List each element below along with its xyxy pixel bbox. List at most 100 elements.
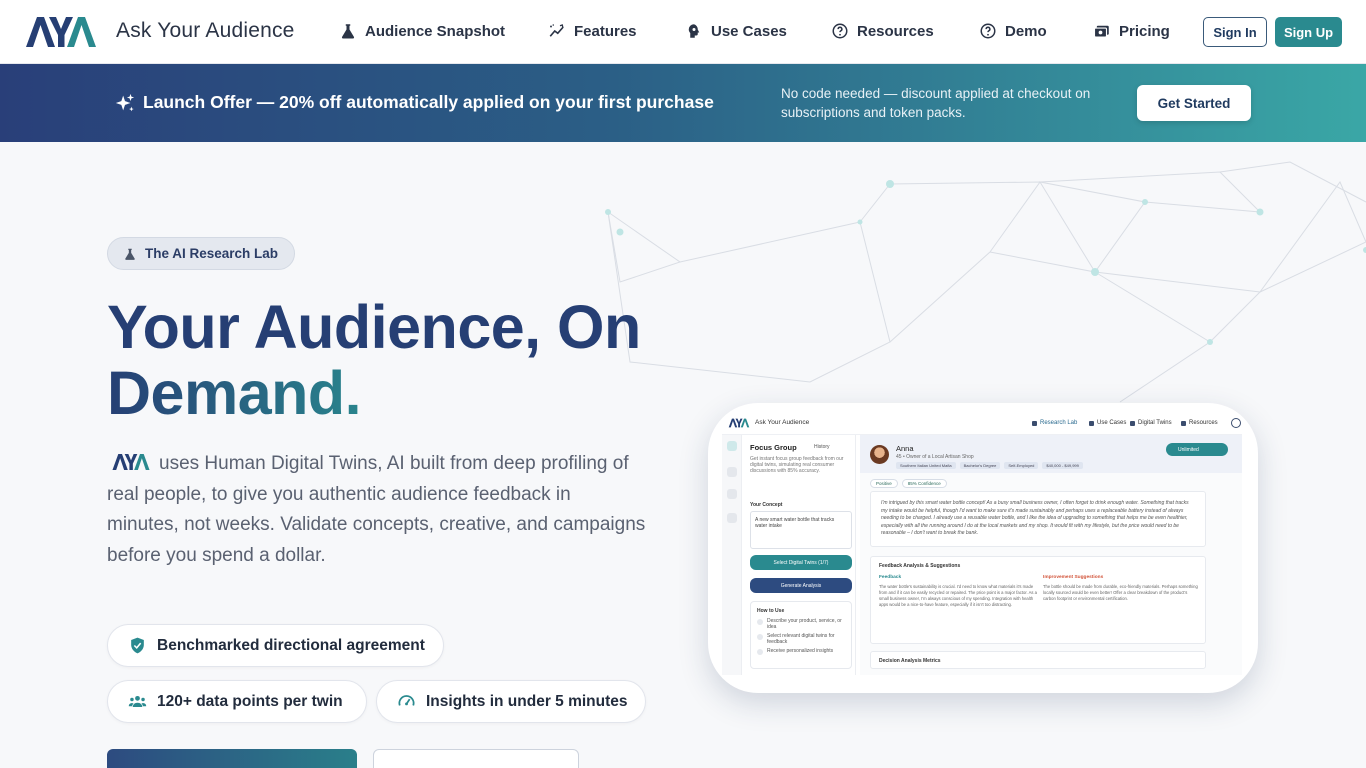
sparkle-icon: [115, 93, 135, 112]
preview-panel-title: Focus Group: [750, 443, 797, 452]
preview-link-label: Resources: [1189, 420, 1218, 426]
research-lab-pill: The AI Research Lab: [107, 237, 295, 270]
preview-profile-icon: [1231, 418, 1241, 428]
preview-step-text: Receive personalized insights: [767, 648, 834, 654]
gauge-icon: [398, 695, 415, 706]
book-icon: [1181, 420, 1186, 426]
launch-offer-banner: Launch Offer — 20% off automatically app…: [0, 64, 1366, 142]
hero-description-text: uses Human Digital Twins, AI built from …: [107, 453, 646, 566]
nav-features[interactable]: Features: [548, 22, 637, 40]
preview-tag: Southern Italian United Mafia: [896, 462, 956, 469]
nav-label: Demo: [1005, 22, 1047, 40]
aya-logo[interactable]: [24, 15, 98, 49]
sign-up-button[interactable]: Sign Up: [1275, 17, 1342, 47]
preview-select-button: Select Digital Twins (1/7): [750, 555, 852, 570]
nav-audience-snapshot[interactable]: Audience Snapshot: [339, 22, 505, 40]
users-icon: [1130, 420, 1135, 426]
preview-history: History: [814, 444, 830, 450]
preview-persona-role: 45 • Owner of a Local Artisan Shop: [896, 454, 974, 460]
preview-persona-header: Anna 45 • Owner of a Local Artisan Shop …: [860, 435, 1242, 473]
preview-feedback-title: Feedback Analysis & Suggestions: [879, 563, 961, 569]
preview-tag: Self-Employed: [1004, 462, 1039, 469]
badge-data-points: 120+ data points per twin: [107, 680, 367, 723]
hero-title: Your Audience, On Demand.: [107, 294, 707, 426]
money-icon: [1093, 25, 1109, 38]
preview-how-title: How to Use: [757, 608, 785, 614]
preview-link: Resources: [1181, 420, 1218, 426]
nav-demo[interactable]: Demo: [979, 22, 1047, 40]
nav-label: Pricing: [1119, 22, 1170, 40]
hero-title-line1: Your Audience, On: [107, 293, 641, 361]
brand-name[interactable]: Ask Your Audience: [116, 19, 295, 43]
preview-link-label: Digital Twins: [1138, 420, 1172, 426]
preview-tag: Bachelor's Degree: [959, 462, 1001, 469]
badge-insights-speed: Insights in under 5 minutes: [376, 680, 646, 723]
users-icon: [128, 695, 147, 708]
flask-icon: [341, 24, 355, 39]
preview-quote: I'm intrigued by this smart water bottle…: [870, 491, 1206, 547]
flask-icon: [125, 248, 135, 260]
pill-label: The AI Research Lab: [145, 246, 279, 261]
preview-feedback-improve: Improvement Suggestions The bottle shoul…: [1043, 575, 1201, 602]
preview-step: Describe your product, service, or idea: [757, 618, 845, 630]
preview-concept-text: A new smart water bottle that tracks wat…: [750, 511, 852, 549]
preview-brand: Ask Your Audience: [755, 419, 810, 426]
badge-label: Benchmarked directional agreement: [157, 636, 425, 654]
preview-how-to: How to Use Describe your product, servic…: [750, 601, 852, 669]
preview-concept-label: Your Concept: [750, 502, 783, 508]
nav-label: Use Cases: [711, 22, 787, 40]
preview-link: Research Lab: [1032, 420, 1077, 426]
question-circle-icon: [832, 23, 848, 39]
preview-tag: $40,000 - $49,999: [1042, 462, 1083, 469]
preview-feedback-pos-text: The water bottle's sustainability is cru…: [879, 584, 1037, 607]
preview-side-icon: [727, 467, 737, 477]
nav-label: Features: [574, 22, 637, 40]
badge-label: Insights in under 5 minutes: [426, 692, 628, 710]
nav-label: Audience Snapshot: [365, 22, 506, 40]
preview-panel-desc: Get instant focus group feedback from ou…: [750, 456, 844, 474]
preview-side-icon: [727, 441, 737, 451]
preview-generate-button: Generate Analysis: [750, 578, 852, 593]
preview-step: Receive personalized insights: [757, 648, 845, 655]
preview-side-icon: [727, 489, 737, 499]
question-circle-icon: [980, 23, 996, 39]
trend-icon: [549, 24, 564, 37]
preview-link: Digital Twins: [1130, 420, 1172, 426]
hero-description: uses Human Digital Twins, AI built from …: [107, 449, 647, 571]
flask-icon: [1032, 420, 1037, 426]
preview-sidebar: [722, 435, 742, 675]
primary-cta-button[interactable]: [107, 749, 357, 768]
badge-benchmarked: Benchmarked directional agreement: [107, 624, 444, 667]
preview-step-text: Describe your product, service, or idea: [767, 618, 842, 630]
badge-label: 120+ data points per twin: [157, 692, 343, 710]
preview-link-label: Use Cases: [1097, 420, 1127, 426]
preview-decision-card: Decision Analysis Metrics: [870, 651, 1206, 669]
head-icon: [1089, 420, 1094, 426]
preview-focus-panel: Focus Group History Get instant focus gr…: [746, 435, 856, 675]
preview-feedback-positive: Feedback The water bottle's sustainabili…: [879, 575, 1037, 608]
sign-in-button[interactable]: Sign In: [1203, 17, 1267, 47]
aya-logo: [112, 454, 150, 470]
shield-check-icon: [131, 637, 144, 654]
preview-persona-name: Anna: [896, 444, 914, 453]
preview-step: Select relevant digital twins for feedba…: [757, 633, 845, 645]
secondary-cta-button[interactable]: [373, 749, 579, 768]
preview-chip: 85% Confidence: [901, 479, 947, 488]
preview-feedback-neg-title: Improvement Suggestions: [1043, 575, 1104, 580]
get-started-button[interactable]: Get Started: [1137, 85, 1251, 121]
nav-pricing[interactable]: Pricing: [1093, 22, 1170, 40]
aya-logo: [728, 418, 750, 428]
nav-resources[interactable]: Resources: [831, 22, 934, 40]
preview-feedback-card: Feedback Analysis & Suggestions Feedback…: [870, 556, 1206, 644]
nav-label: Resources: [857, 22, 934, 40]
preview-step-text: Select relevant digital twins for feedba…: [767, 633, 835, 645]
hero-title-line2: Demand.: [107, 360, 382, 426]
nav-use-cases[interactable]: Use Cases: [685, 22, 787, 40]
preview-feedback-pos-title: Feedback: [879, 575, 902, 580]
preview-persona-tags: Southern Italian United Mafia Bachelor's…: [896, 462, 1083, 469]
head-icon: [688, 24, 700, 38]
preview-topbar: Ask Your Audience Research Lab Use Cases…: [722, 413, 1242, 435]
preview-chips: Positive 85% Confidence: [870, 479, 947, 488]
preview-chip: Positive: [870, 479, 898, 488]
preview-link: Use Cases: [1089, 420, 1126, 426]
